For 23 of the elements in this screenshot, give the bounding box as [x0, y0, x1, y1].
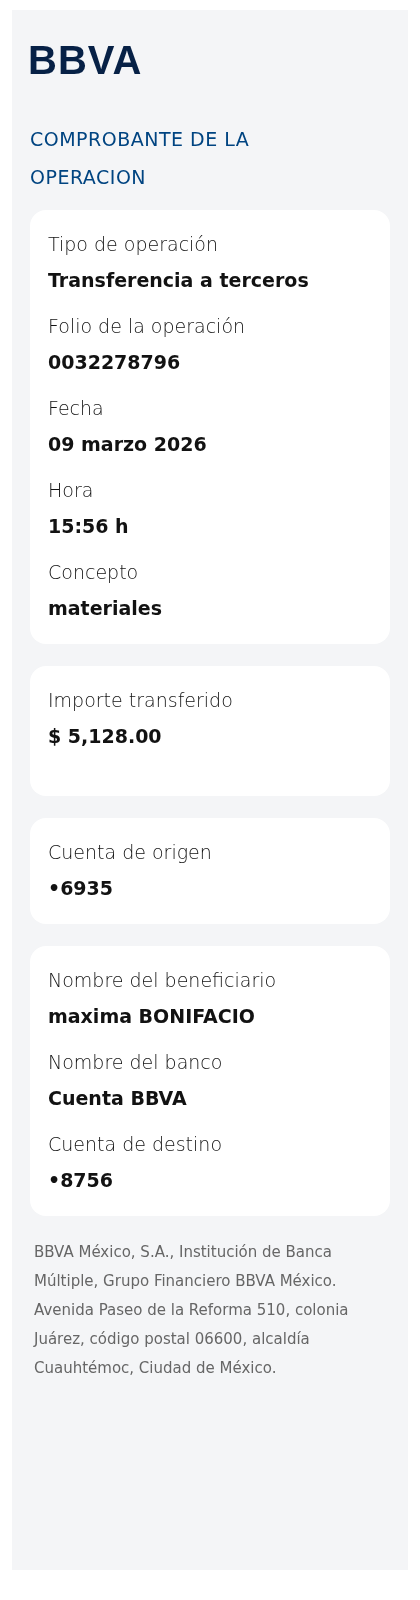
field-value: •6935	[48, 876, 115, 901]
field-value: maxima BONIFACIO	[48, 1004, 256, 1029]
field-label: Importe transferido	[48, 688, 234, 713]
field-value: Cuenta BBVA	[48, 1086, 188, 1111]
field-value: •8756	[48, 1168, 115, 1193]
field-label: Concepto	[48, 560, 140, 585]
field-label: Cuenta de destino	[48, 1132, 223, 1157]
field-value: 0032278796	[48, 350, 182, 375]
receipt-title: COMPROBANTE DE LA OPERACION	[30, 127, 251, 190]
field-label: Nombre del beneficiario	[48, 968, 278, 993]
bank-logo: BBVA	[28, 38, 143, 82]
field-value: $ 5,128.00	[48, 724, 163, 749]
field-label: Tipo de operación	[48, 232, 220, 257]
field-value: Transferencia a terceros	[48, 268, 310, 293]
field-label: Cuenta de origen	[48, 840, 213, 865]
legal-footer: BBVA México, S.A., Institución de Banca Múltiple, Grupo Financiero BBVA México. Avenida Paseo de la Reforma 510, colonia Juárez, código postal 06600, alcaldía Cuauhtémoc, Ciudad de México.	[30, 1238, 390, 1383]
field-value: 15:56 h	[48, 514, 130, 539]
field-value: 09 marzo 2026	[48, 432, 208, 457]
field-label: Folio de la operación	[48, 314, 247, 339]
field-value: materiales	[48, 596, 163, 621]
field-label: Fecha	[48, 396, 105, 421]
field-label: Hora	[48, 478, 95, 503]
field-label: Nombre del banco	[48, 1050, 224, 1075]
